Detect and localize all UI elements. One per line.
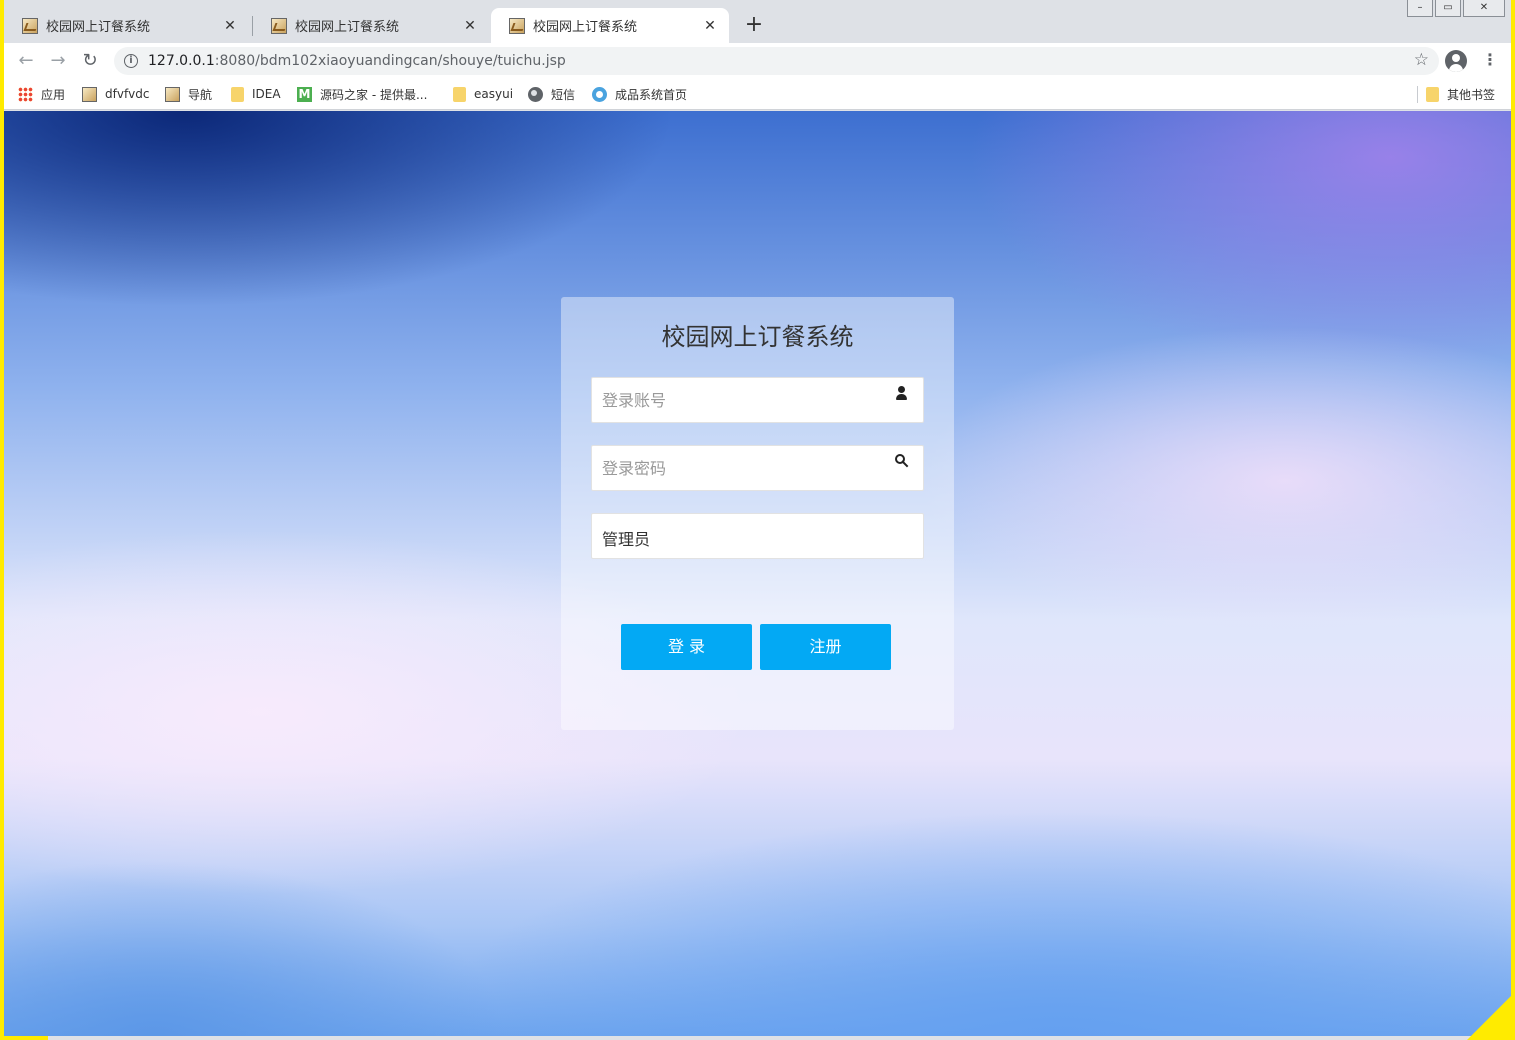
bookmark-label: 应用 [41,87,66,102]
user-icon [895,386,909,402]
login-card: 校园网上订餐系统 管理员 登 录 注册 [561,297,954,730]
corner-marker [1467,996,1511,1040]
role-selected-value: 管理员 [602,530,651,549]
bookmark-other[interactable]: 其他书签 [1426,85,1495,103]
bookmark-easyui[interactable]: easyui [453,85,513,103]
bookmark-system-home[interactable]: 成品系统首页 [592,85,687,103]
bookmarks-bar: 应用 dfvfvdc 导航 IDEA M 源码之家 - 提供最... easyu… [4,79,1511,110]
folder-icon [453,86,466,102]
bookmark-apps[interactable]: 应用 [18,85,65,103]
bookmark-label: 源码之家 - 提供最... [320,87,428,102]
password-input[interactable] [592,446,882,490]
folder-icon [231,86,244,102]
browser-tab-2[interactable]: 校园网上订餐系统 ✕ [253,8,489,43]
browser-tab-1[interactable]: 校园网上订餐系统 ✕ [4,8,249,43]
bookmark-label: 导航 [188,87,213,102]
folder-icon [1426,86,1439,102]
corner-marker-left [0,1036,48,1040]
forward-arrow-icon[interactable]: → [46,49,70,73]
page-image-icon [82,86,97,102]
browser-window: 校园网上订餐系统 ✕ 校园网上订餐系统 ✕ 校园网上订餐系统 ✕ + – ▭ ✕… [0,0,1515,1040]
window-bottom-edge [4,1036,1511,1040]
tab-title: 校园网上订餐系统 [295,20,400,35]
bookmark-idea[interactable]: IDEA [231,85,281,103]
browser-tab-3[interactable]: 校园网上订餐系统 ✕ [491,8,729,43]
minimize-button[interactable]: – [1407,0,1433,17]
page-image-icon [509,17,525,34]
bookmark-label: 其他书签 [1447,87,1496,102]
close-icon[interactable]: ✕ [461,18,479,34]
browser-menu-icon[interactable]: ⋮ [1482,49,1498,73]
page-image-icon [22,17,38,34]
username-input[interactable] [592,378,882,422]
page-image-icon [271,17,287,34]
window-controls: – ▭ ✕ [1407,0,1505,17]
address-bar[interactable]: i 127.0.0.1:8080/bdm102xiaoyuandingcan/s… [114,47,1439,75]
apps-grid-icon [18,86,33,102]
key-icon [895,454,909,470]
bookmark-dfvfvdc[interactable]: dfvfvdc [82,85,149,103]
bookmark-label: IDEA [252,87,281,101]
restore-button[interactable]: ▭ [1435,0,1461,17]
bookmark-label: 成品系统首页 [615,87,688,102]
browser-toolbar: ← → ↻ i 127.0.0.1:8080/bdm102xiaoyuandin… [4,43,1511,79]
bookmark-yuanma[interactable]: M 源码之家 - 提供最... [297,85,427,103]
site-info-icon[interactable]: i [124,54,138,68]
globe-icon [528,86,543,102]
page-background: 校园网上订餐系统 管理员 登 录 注册 [4,111,1511,1036]
password-field[interactable] [591,445,924,491]
tab-title: 校园网上订餐系统 [46,20,151,35]
tab-strip: 校园网上订餐系统 ✕ 校园网上订餐系统 ✕ 校园网上订餐系统 ✕ + – ▭ ✕ [4,0,1511,43]
m-logo-icon: M [297,86,312,102]
bookmark-label: easyui [474,87,514,101]
reload-icon[interactable]: ↻ [78,49,102,73]
bookmark-label: dfvfvdc [105,87,150,101]
tab-title: 校园网上订餐系统 [533,20,638,35]
back-arrow-icon[interactable]: ← [14,49,38,73]
bookmark-separator [1417,86,1418,103]
profile-avatar-icon[interactable] [1445,50,1467,72]
bookmark-nav[interactable]: 导航 [165,85,212,103]
close-icon[interactable]: ✕ [701,18,719,34]
bookmark-label: 短信 [551,87,576,102]
window-close-button[interactable]: ✕ [1463,0,1505,17]
login-button[interactable]: 登 录 [621,624,752,670]
bookmark-star-icon[interactable]: ☆ [1414,50,1429,70]
close-icon[interactable]: ✕ [221,18,239,34]
url-text: 127.0.0.1:8080/bdm102xiaoyuandingcan/sho… [148,53,566,69]
gear-icon [592,86,607,102]
new-tab-button[interactable]: + [740,12,768,40]
login-title: 校园网上订餐系统 [661,323,854,351]
role-select[interactable]: 管理员 [591,513,924,559]
bookmark-sms[interactable]: 短信 [528,85,575,103]
register-button[interactable]: 注册 [760,624,891,670]
page-image-icon [165,86,180,102]
username-field[interactable] [591,377,924,423]
